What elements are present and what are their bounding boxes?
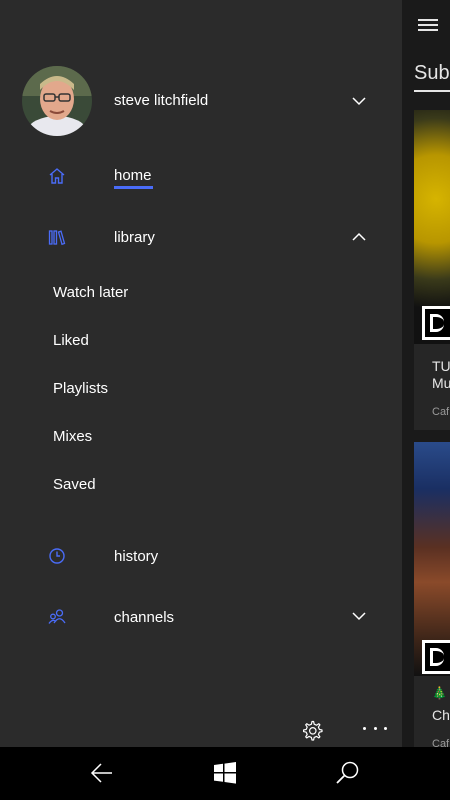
back-arrow-icon[interactable] [90, 761, 114, 785]
ellipsis-icon[interactable] [363, 727, 387, 735]
library-item-liked[interactable]: Liked [53, 332, 89, 349]
people-icon[interactable] [48, 608, 66, 626]
video-title-line2: Mu [432, 375, 450, 391]
library-item-mixes[interactable]: Mixes [53, 428, 92, 445]
chevron-down-icon[interactable] [352, 94, 366, 108]
channel-logo [422, 640, 450, 674]
video-card[interactable]: TU Mu Caf [414, 110, 450, 430]
video-title-line1: 🎄 [432, 686, 447, 700]
clock-icon[interactable] [48, 547, 66, 565]
nav-item-channels[interactable]: channels [114, 609, 174, 626]
navigation-drawer: steve litchfield home library Watch late… [0, 0, 402, 747]
video-channel: Caf [432, 738, 450, 747]
nav-item-library[interactable]: library [114, 229, 155, 246]
library-item-saved[interactable]: Saved [53, 476, 96, 493]
library-icon[interactable] [48, 229, 66, 247]
chevron-up-icon[interactable] [352, 230, 366, 244]
home-icon[interactable] [48, 167, 66, 185]
system-navigation-bar [0, 747, 450, 800]
windows-icon[interactable] [213, 761, 237, 785]
hamburger-menu-icon[interactable] [418, 16, 438, 32]
library-item-playlists[interactable]: Playlists [53, 380, 108, 397]
nav-item-history[interactable]: history [114, 548, 158, 565]
channel-logo [422, 306, 450, 340]
main-content: Subs TU Mu Caf 🎄 Chr Caf [402, 0, 450, 747]
home-selected-indicator [114, 186, 153, 189]
library-item-watch-later[interactable]: Watch later [53, 284, 128, 301]
video-title-line1: TU [432, 358, 450, 374]
gear-icon[interactable] [300, 719, 324, 743]
search-icon[interactable] [335, 760, 361, 786]
avatar[interactable] [22, 66, 92, 136]
video-channel: Caf [432, 406, 450, 418]
nav-item-home[interactable]: home [114, 167, 152, 184]
section-title[interactable]: Subs [414, 62, 450, 85]
video-title-line2: Chr [432, 707, 450, 723]
video-card[interactable]: 🎄 Chr Caf [414, 442, 450, 747]
section-title-underline [414, 90, 450, 92]
chevron-down-icon[interactable] [352, 609, 366, 623]
account-name[interactable]: steve litchfield [114, 92, 208, 109]
